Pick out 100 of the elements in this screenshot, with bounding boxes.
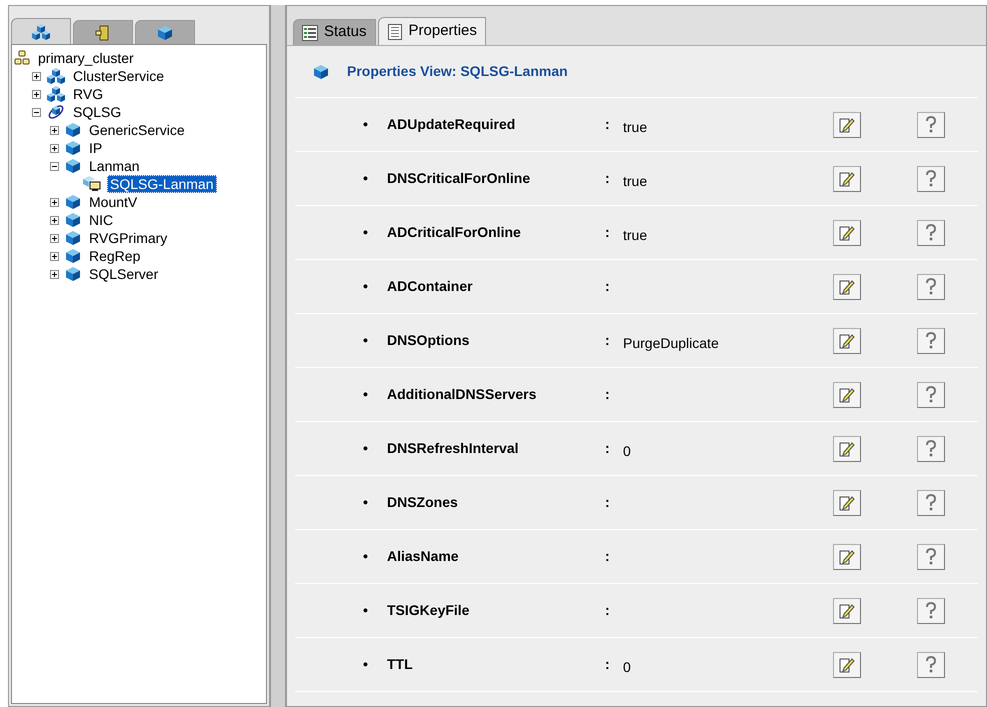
separator: : (605, 115, 611, 134)
edit-button[interactable] (833, 220, 861, 246)
collapse-toggle[interactable] (32, 108, 41, 116)
view-tab[interactable]: Status (293, 19, 376, 45)
tree-item[interactable]: SQLSG-Lanman (107, 175, 216, 193)
edit-button[interactable] (833, 436, 861, 462)
property-name: DNSRefreshInterval (387, 439, 520, 458)
property-name: TSIGKeyFile (387, 601, 470, 620)
pencil-note-icon (838, 440, 856, 458)
property-name: DNSZones (387, 493, 459, 512)
pencil-note-icon (838, 170, 856, 188)
tree-item[interactable]: MountV (87, 194, 140, 210)
bullet: • (363, 169, 369, 188)
help-icon (925, 224, 937, 242)
pencil-note-icon (838, 656, 856, 674)
separator: : (605, 385, 611, 404)
cube-icon (65, 140, 81, 156)
expand-toggle[interactable] (50, 144, 59, 152)
cube-icon (313, 64, 329, 80)
tree-item[interactable]: RegRep (87, 248, 142, 264)
help-button[interactable] (917, 166, 945, 192)
property-name: ADContainer (387, 277, 474, 296)
pencil-note-icon (838, 494, 856, 512)
help-button[interactable] (917, 598, 945, 624)
separator: : (605, 169, 611, 188)
edit-button[interactable] (833, 112, 861, 138)
help-button[interactable] (917, 274, 945, 300)
edit-button[interactable] (833, 490, 861, 516)
tree-item[interactable]: SQLServer (87, 266, 160, 282)
edit-button[interactable] (833, 652, 861, 678)
tree-item[interactable]: GenericService (87, 122, 187, 138)
expand-toggle[interactable] (50, 252, 59, 260)
property-name: AdditionalDNSServers (387, 385, 538, 404)
expand-toggle[interactable] (50, 270, 59, 278)
properties-title: Properties View: SQLSG-Lanman (347, 62, 568, 81)
server-icon (95, 24, 111, 40)
pencil-note-icon (838, 602, 856, 620)
help-button[interactable] (917, 490, 945, 516)
bullet: • (363, 493, 369, 512)
separator: : (605, 655, 611, 674)
edit-button[interactable] (833, 544, 861, 570)
property-value: true (623, 119, 648, 135)
help-button[interactable] (917, 382, 945, 408)
list-icon (302, 24, 318, 40)
collapse-toggle[interactable] (50, 162, 59, 170)
cubes-icon (47, 86, 65, 102)
pencil-note-icon (838, 278, 856, 296)
view-tab[interactable]: Properties (378, 17, 486, 45)
help-button[interactable] (917, 652, 945, 678)
view-tab[interactable] (73, 20, 133, 44)
help-button[interactable] (917, 544, 945, 570)
view-tab[interactable] (135, 20, 195, 44)
expand-toggle[interactable] (32, 72, 41, 80)
property-name: ADUpdateRequired (387, 115, 516, 134)
property-value: true (623, 173, 648, 189)
tree-item[interactable]: IP (87, 140, 104, 156)
help-icon (925, 440, 937, 458)
edit-button[interactable] (833, 166, 861, 192)
tree-item[interactable]: SQLSG (71, 104, 124, 120)
help-icon (925, 116, 937, 134)
edit-button[interactable] (833, 382, 861, 408)
bullet: • (363, 601, 369, 620)
tree-item[interactable]: Lanman (87, 158, 142, 174)
property-value: true (623, 227, 648, 243)
expand-toggle[interactable] (50, 216, 59, 224)
cluster-icon (14, 50, 30, 66)
expand-toggle[interactable] (50, 234, 59, 242)
property-name: TTL (387, 655, 414, 674)
cubes-icon (47, 68, 65, 84)
help-icon (925, 494, 937, 512)
expand-toggle[interactable] (50, 198, 59, 206)
property-name: AliasName (387, 547, 460, 566)
cube-icon (157, 24, 173, 40)
tree-item[interactable]: NIC (87, 212, 116, 228)
cube-monitor-icon (83, 176, 101, 192)
tree-item[interactable]: primary_cluster (36, 50, 136, 66)
help-button[interactable] (917, 436, 945, 462)
expand-toggle[interactable] (50, 126, 59, 134)
edit-button[interactable] (833, 274, 861, 300)
help-icon (925, 656, 937, 674)
tree-item[interactable]: RVG (71, 86, 106, 102)
tree-item[interactable]: ClusterService (71, 68, 166, 84)
cube-icon (65, 122, 81, 138)
help-button[interactable] (917, 112, 945, 138)
help-button[interactable] (917, 220, 945, 246)
property-name: ADCriticalForOnline (387, 223, 522, 242)
expand-toggle[interactable] (32, 90, 41, 98)
pencil-note-icon (838, 224, 856, 242)
cube-icon (65, 212, 81, 228)
bullet: • (363, 223, 369, 242)
bullet: • (363, 655, 369, 674)
help-button[interactable] (917, 328, 945, 354)
view-tab[interactable] (11, 18, 71, 44)
edit-button[interactable] (833, 328, 861, 354)
bullet: • (363, 385, 369, 404)
edit-button[interactable] (833, 598, 861, 624)
separator: : (605, 493, 611, 512)
separator: : (605, 277, 611, 296)
tree-item[interactable]: RVGPrimary (87, 230, 170, 246)
property-name: DNSOptions (387, 331, 470, 350)
